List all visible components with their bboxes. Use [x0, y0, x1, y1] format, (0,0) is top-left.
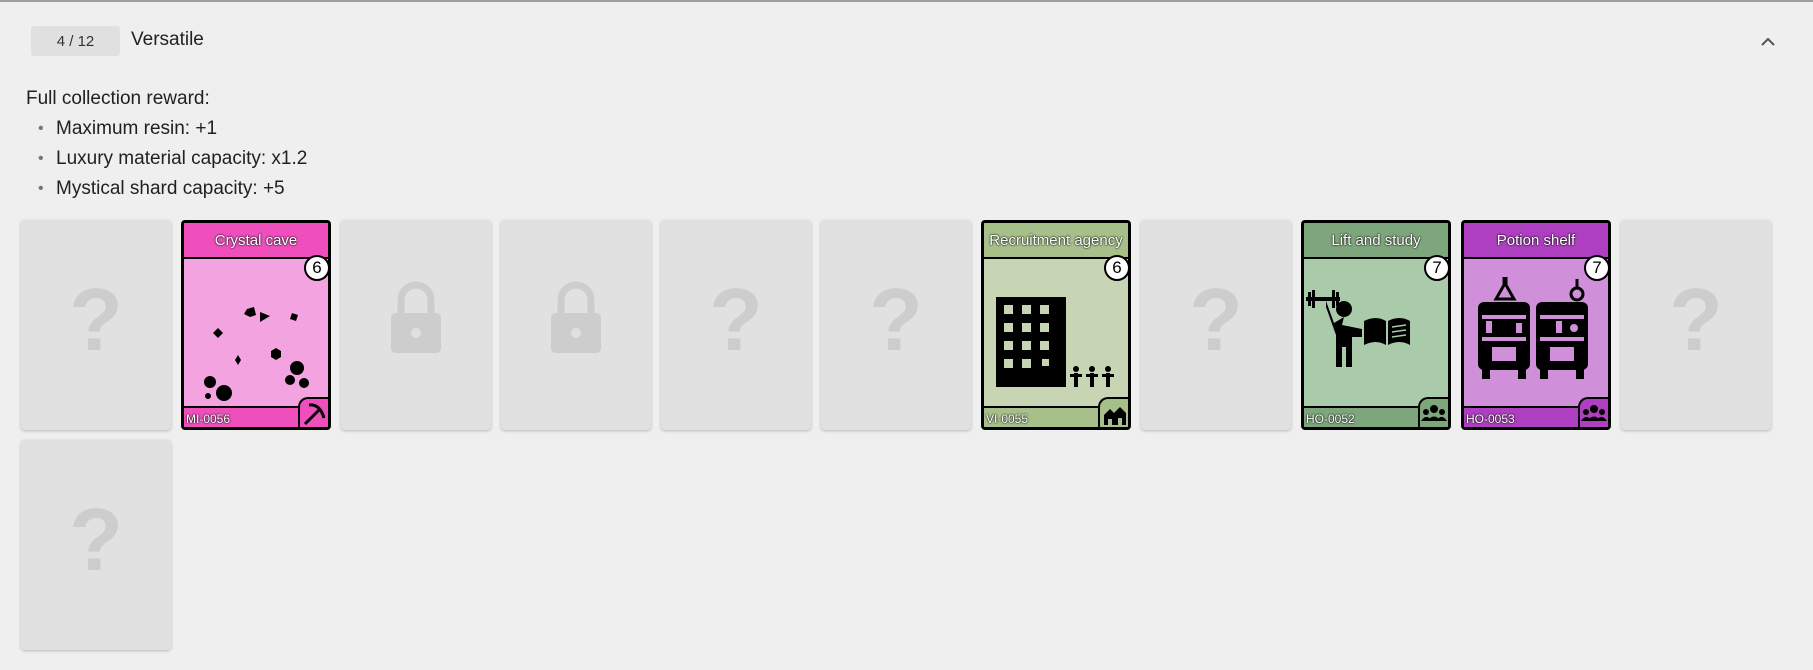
reward-section: Full collection reward: Maximum resin: +…	[26, 84, 307, 204]
card-id: HO-0053	[1466, 412, 1515, 426]
svg-text:?: ?	[709, 270, 763, 369]
people-icon	[1578, 397, 1608, 427]
svg-text:?: ?	[69, 270, 123, 369]
card-potion-shelf[interactable]: Potion shelf HO-0053 7	[1461, 220, 1611, 430]
card-name: Potion shelf	[1464, 223, 1608, 259]
card-slot-unknown[interactable]: ?	[21, 220, 171, 430]
card-crystal-cave[interactable]: Crystal cave MI-0056 6	[181, 220, 331, 430]
question-mark-icon: ?	[1189, 270, 1243, 369]
card-name: Crystal cave	[184, 223, 328, 259]
progress-badge: 4 / 12	[31, 26, 120, 56]
cost-badge: 6	[1104, 255, 1128, 281]
cost-badge: 7	[1584, 255, 1608, 281]
potion-shelf-art	[1464, 259, 1608, 406]
village-icon	[1098, 397, 1128, 427]
lock-icon	[551, 281, 601, 353]
card-slot-unknown[interactable]: ?	[21, 440, 171, 650]
card-name: Recruitment agency	[984, 223, 1128, 259]
card-lift-and-study[interactable]: Lift and study HO-0052 7	[1301, 220, 1451, 430]
question-mark-icon: ?	[69, 490, 123, 589]
pickaxe-icon	[298, 397, 328, 427]
collection-panel: 4 / 12 Versatile Full collection reward:…	[0, 2, 1813, 670]
card-slot-unknown[interactable]: ?	[661, 220, 811, 430]
card-slot-locked[interactable]	[341, 220, 491, 430]
collection-title: Versatile	[131, 29, 204, 50]
card-id: HO-0052	[1306, 412, 1355, 426]
svg-text:?: ?	[869, 270, 923, 369]
question-mark-icon: ?	[869, 270, 923, 369]
building-art	[984, 259, 1128, 406]
reward-heading: Full collection reward:	[26, 88, 210, 109]
reward-item: Maximum resin: +1	[38, 114, 307, 144]
svg-text:?: ?	[69, 490, 123, 589]
question-mark-icon: ?	[1669, 270, 1723, 369]
card-slot-locked[interactable]	[501, 220, 651, 430]
lock-icon	[391, 281, 441, 353]
collection-header[interactable]: 4 / 12 Versatile	[0, 2, 1813, 78]
chevron-up-icon[interactable]	[1756, 30, 1780, 54]
card-id: MI-0056	[186, 412, 231, 426]
reward-item: Mystical shard capacity: +5	[38, 174, 307, 204]
cost-badge: 7	[1424, 255, 1448, 281]
question-mark-icon: ?	[709, 270, 763, 369]
svg-text:?: ?	[1669, 270, 1723, 369]
card-slot-unknown[interactable]: ?	[1621, 220, 1771, 430]
card-slot-unknown[interactable]: ?	[1141, 220, 1291, 430]
card-slot-unknown[interactable]: ?	[821, 220, 971, 430]
question-mark-icon: ?	[69, 270, 123, 369]
cost-badge: 6	[304, 255, 328, 281]
reward-list: Maximum resin: +1 Luxury material capaci…	[26, 114, 307, 204]
card-name: Lift and study	[1304, 223, 1448, 259]
card-recruitment-agency[interactable]: Recruitment agency VI-0055 6	[981, 220, 1131, 430]
reward-item: Luxury material capacity: x1.2	[38, 144, 307, 174]
people-icon	[1418, 397, 1448, 427]
svg-text:?: ?	[1189, 270, 1243, 369]
crystals-art	[184, 259, 328, 406]
lift-and-study-art	[1304, 259, 1448, 406]
card-id: VI-0055	[986, 412, 1029, 426]
